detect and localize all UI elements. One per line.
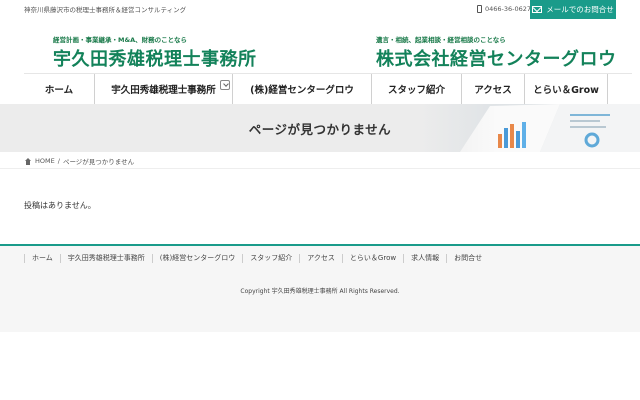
chevron-down-icon[interactable] [220,80,230,90]
top-bar: 神奈川県藤沢市の税理士事務所＆経営コンサルティング 0466-36-0627 メ… [0,0,640,20]
page-header-banner: ページが見つかりません [0,104,640,152]
home-icon [24,157,32,165]
logo-grow[interactable]: 遺言・相続、起業相談・経営相談のことなら 株式会社経営センターグロウ [376,34,617,71]
breadcrumb-home[interactable]: HOME [35,157,55,165]
footer-link-grow[interactable]: (株)経営センターグロウ [151,254,242,263]
footer-link-staff[interactable]: スタッフ紹介 [242,254,299,263]
footer-link-access[interactable]: アクセス [299,254,342,263]
mail-icon [532,6,543,13]
no-posts-message: 投稿はありません。 [24,201,96,210]
nav-item-grow[interactable]: (株)経営センターグロウ [233,74,372,104]
phone-number[interactable]: 0466-36-0627 [477,5,531,13]
logo-tax-office-main: 宇久田秀雄税理士事務所 [53,49,257,70]
footer-link-tax-office[interactable]: 宇久田秀雄税理士事務所 [59,254,152,263]
main-nav: ホーム 宇久田秀雄税理士事務所 (株)経営センターグロウ スタッフ紹介 アクセス… [24,73,632,104]
nav-item-staff[interactable]: スタッフ紹介 [372,74,462,104]
nav-item-tax-office-label: 宇久田秀雄税理士事務所 [111,85,216,96]
footer-link-try-grow[interactable]: とらい＆Grow [341,254,403,263]
divider [0,168,640,169]
phone-icon [477,5,482,13]
footer-link-recruit[interactable]: 求人情報 [403,254,446,263]
copyright: Copyright 宇久田秀雄税理士事務所 All Rights Reserve… [240,288,400,295]
nav-item-home[interactable]: ホーム [24,74,95,104]
logo-tax-office-sub: 経営計画・事業継承・M&A、財務のことなら [53,36,187,44]
footer-link-contact[interactable]: お問合せ [446,254,489,263]
mail-contact-label: メールでのお問合せ [546,5,614,14]
breadcrumb-current: ページが見つかりません [62,158,135,166]
footer-link-home[interactable]: ホーム [24,254,60,263]
phone-text: 0466-36-0627 [485,5,532,13]
site-tagline: 神奈川県藤沢市の税理士事務所＆経営コンサルティング [24,6,187,14]
footer: ホーム 宇久田秀雄税理士事務所 (株)経営センターグロウ スタッフ紹介 アクセス… [0,244,640,332]
breadcrumb: HOME / ページが見つかりません [24,156,134,166]
mail-contact-button[interactable]: メールでのお問合せ [530,0,616,19]
logo-area: 経営計画・事業継承・M&A、財務のことなら 宇久田秀雄税理士事務所 遺言・相続、… [0,20,640,72]
page-title: ページが見つかりません [248,121,392,137]
nav-item-try-grow[interactable]: とらい＆Grow [525,74,608,104]
logo-grow-sub: 遺言・相続、起業相談・経営相談のことなら [376,36,506,44]
nav-item-tax-office[interactable]: 宇久田秀雄税理士事務所 [95,74,233,104]
nav-item-access[interactable]: アクセス [462,74,525,104]
footer-nav: ホーム 宇久田秀雄税理士事務所 (株)経営センターグロウ スタッフ紹介 アクセス… [24,254,489,263]
breadcrumb-separator: / [57,157,60,165]
logo-tax-office[interactable]: 経営計画・事業継承・M&A、財務のことなら 宇久田秀雄税理士事務所 [53,34,257,71]
logo-grow-main: 株式会社経営センターグロウ [376,49,617,70]
